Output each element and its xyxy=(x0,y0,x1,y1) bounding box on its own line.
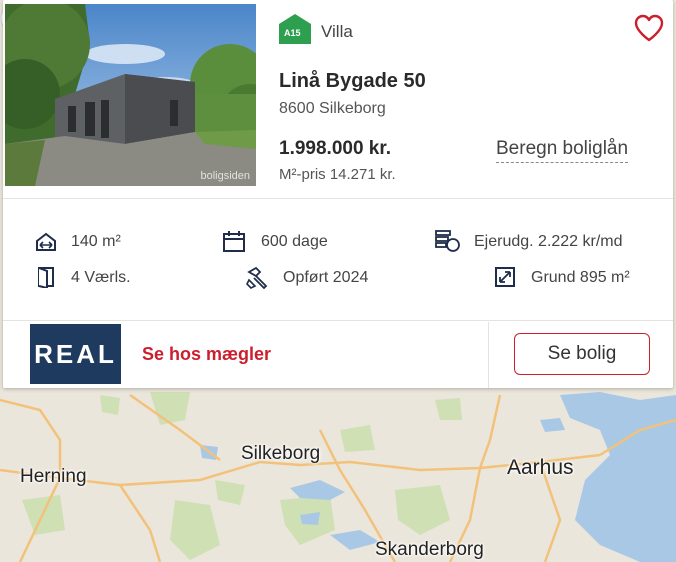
property-photo[interactable]: boligsiden xyxy=(5,4,256,186)
see-property-button[interactable]: Se bolig xyxy=(514,333,650,375)
listing-card[interactable]: boligsiden A15 Villa Linå Bygade 50 8600… xyxy=(3,0,673,388)
hammer-icon xyxy=(246,266,268,290)
property-photo-image xyxy=(5,4,256,186)
divider xyxy=(3,198,673,199)
property-type: Villa xyxy=(321,22,353,41)
divider xyxy=(3,320,673,321)
feature-rooms: 4 Værls. xyxy=(71,269,131,286)
feature-ownership-cost: Ejerudg. 2.222 kr/md xyxy=(474,233,623,250)
feature-plot: Grund 895 m² xyxy=(531,269,630,286)
price-per-m2: M²-pris 14.271 kr. xyxy=(279,166,396,183)
listing-address[interactable]: Linå Bygade 50 xyxy=(279,70,426,93)
map-label-skanderborg: Skanderborg xyxy=(375,539,484,560)
feature-days: 600 dage xyxy=(261,233,328,250)
plot-size-icon xyxy=(495,267,515,287)
house-area-icon xyxy=(36,232,56,251)
divider xyxy=(488,322,489,388)
map-label-silkeborg: Silkeborg xyxy=(241,443,321,464)
door-icon xyxy=(38,267,54,288)
broker-logo[interactable]: REAL xyxy=(30,324,121,384)
photo-watermark: boligsiden xyxy=(200,170,250,182)
map-label-aarhus: Aarhus xyxy=(507,456,574,479)
calendar-icon xyxy=(223,231,245,252)
see-at-broker-link[interactable]: Se hos mægler xyxy=(142,344,271,365)
feature-area: 140 m² xyxy=(71,233,121,250)
calculate-loan-link[interactable]: Beregn boliglån xyxy=(496,138,629,163)
feature-built-year: Opført 2024 xyxy=(283,269,369,286)
map-label-herning: Herning xyxy=(20,466,87,487)
ownership-cost-icon xyxy=(435,230,460,252)
heart-icon[interactable] xyxy=(634,14,664,42)
energy-label-text: A15 xyxy=(284,28,301,38)
listing-price: 1.998.000 kr. xyxy=(279,138,391,159)
listing-postal-city: 8600 Silkeborg xyxy=(279,100,386,117)
